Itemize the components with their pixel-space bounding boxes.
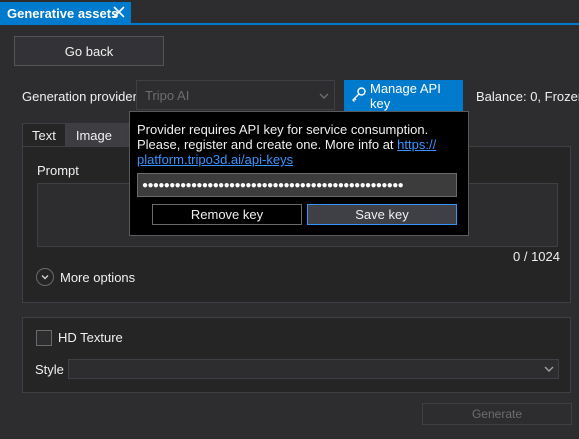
provider-label: Generation provider [22,89,137,104]
style-select[interactable] [68,359,559,379]
api-key-input[interactable]: ●●●●●●●●●●●●●●●●●●●●●●●●●●●●●●●●●●●●●●●●… [137,173,457,197]
close-icon[interactable] [111,4,127,20]
more-options-label: More options [60,269,136,285]
tab-generative-assets[interactable]: Generative assets [0,2,131,24]
generate-label: Generate [471,407,523,421]
key-icon [350,86,370,106]
chevron-down-icon [543,363,555,378]
go-back-label: Go back [64,43,114,59]
save-key-button[interactable]: Save key [307,204,457,225]
tab-text[interactable]: Text [22,123,66,147]
tab-underline [0,23,579,25]
chevron-down-icon [36,268,54,286]
provider-select[interactable]: Tripo AI [136,80,335,110]
popup-message-text: Provider requires API key for service co… [137,122,429,152]
manage-api-key-button[interactable]: Manage API key [344,80,463,111]
chevron-down-icon [318,90,330,105]
remove-key-label: Remove key [190,207,264,222]
more-options-toggle[interactable]: More options [36,268,135,286]
generate-button[interactable]: Generate [422,403,572,425]
go-back-button[interactable]: Go back [14,36,164,66]
popup-message: Provider requires API key for service co… [137,122,462,167]
manage-api-key-label: Manage API key [370,80,441,111]
save-key-label: Save key [355,207,409,222]
hd-texture-label: HD Texture [58,330,123,345]
remove-key-button[interactable]: Remove key [152,204,302,225]
character-counter: 0 / 1024 [513,249,560,264]
mode-tabs: Text Image I [22,123,146,147]
settings-panel [22,317,571,393]
balance-text: Balance: 0, Frozen: [476,89,579,104]
prompt-label: Prompt [37,163,79,178]
style-label: Style [35,362,64,377]
tab-image[interactable]: Image [65,123,122,147]
provider-selected-value: Tripo AI [145,87,190,103]
tab-title: Generative assets [7,5,119,21]
hd-texture-checkbox[interactable] [36,330,52,346]
